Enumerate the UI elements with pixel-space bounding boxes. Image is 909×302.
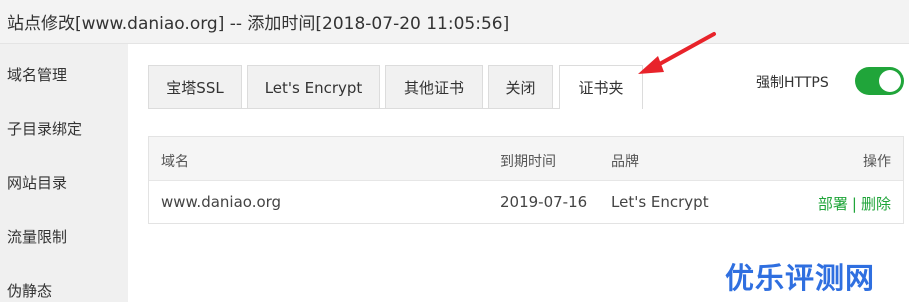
column-header-expiry: 到期时间	[500, 154, 556, 170]
sidebar: 域名管理 子目录绑定 网站目录 流量限制 伪静态	[0, 44, 128, 302]
tab-close[interactable]: 关闭	[488, 65, 553, 109]
delete-link[interactable]: 删除	[861, 195, 891, 213]
sidebar-item-traffic-limit[interactable]: 流量限制	[7, 226, 67, 247]
column-header-domain: 域名	[161, 154, 189, 170]
column-header-brand: 品牌	[611, 154, 639, 170]
certificate-table: 域名 到期时间 品牌 操作 www.daniao.org 2019-07-16 …	[148, 136, 904, 224]
sidebar-item-subdirectory-binding[interactable]: 子目录绑定	[7, 118, 82, 139]
column-header-actions: 操作	[863, 154, 891, 170]
sidebar-item-domain-management[interactable]: 域名管理	[7, 64, 67, 85]
toggle-knob	[879, 70, 901, 92]
tab-baota-ssl[interactable]: 宝塔SSL	[148, 65, 242, 109]
window-title: 站点修改[www.daniao.org] -- 添加时间[2018-07-20 …	[7, 14, 510, 34]
cell-expiry: 2019-07-16	[500, 193, 588, 211]
action-separator: |	[851, 195, 857, 213]
title-bar: 站点修改[www.daniao.org] -- 添加时间[2018-07-20 …	[0, 0, 909, 44]
deploy-link[interactable]: 部署	[818, 195, 848, 213]
table-row: www.daniao.org 2019-07-16 Let's Encrypt …	[149, 181, 903, 224]
watermark-logo: 优乐评测网	[725, 261, 876, 295]
cell-domain: www.daniao.org	[161, 193, 282, 211]
force-https-toggle[interactable]	[855, 67, 904, 95]
sidebar-item-site-directory[interactable]: 网站目录	[7, 172, 67, 193]
tab-lets-encrypt[interactable]: Let's Encrypt	[247, 65, 380, 109]
cell-brand: Let's Encrypt	[611, 193, 709, 211]
tab-other-certificate[interactable]: 其他证书	[385, 65, 483, 109]
cell-actions: 部署 | 删除	[818, 193, 891, 214]
annotation-arrow-icon	[638, 32, 716, 74]
force-https-label: 强制HTTPS	[756, 75, 829, 91]
sidebar-item-rewrite[interactable]: 伪静态	[7, 280, 52, 301]
table-header: 域名 到期时间 品牌 操作	[149, 137, 903, 181]
